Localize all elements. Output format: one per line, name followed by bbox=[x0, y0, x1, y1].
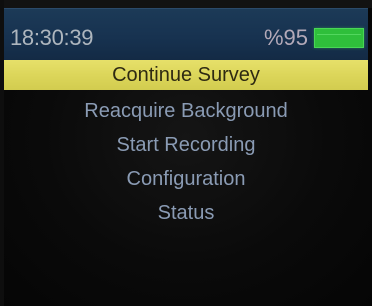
menu-item-continue-survey[interactable]: Continue Survey bbox=[4, 60, 368, 90]
status-bar: 18:30:39 %95 bbox=[4, 8, 368, 61]
device-screen: 18:30:39 %95 Continue Survey Reacquire B… bbox=[0, 0, 372, 306]
menu-item-start-recording[interactable]: Start Recording bbox=[4, 128, 368, 162]
main-menu: Continue Survey Reacquire Background Sta… bbox=[4, 60, 368, 230]
battery-fill-highlight bbox=[317, 34, 361, 35]
menu-item-configuration[interactable]: Configuration bbox=[4, 162, 368, 196]
battery-full-icon bbox=[314, 28, 364, 48]
screen-bezel-top bbox=[0, 0, 372, 8]
menu-item-reacquire-background[interactable]: Reacquire Background bbox=[4, 94, 368, 128]
battery-percentage: %95 bbox=[263, 25, 308, 50]
menu-item-status[interactable]: Status bbox=[4, 196, 368, 230]
clock-time: 18:30:39 bbox=[10, 25, 94, 50]
